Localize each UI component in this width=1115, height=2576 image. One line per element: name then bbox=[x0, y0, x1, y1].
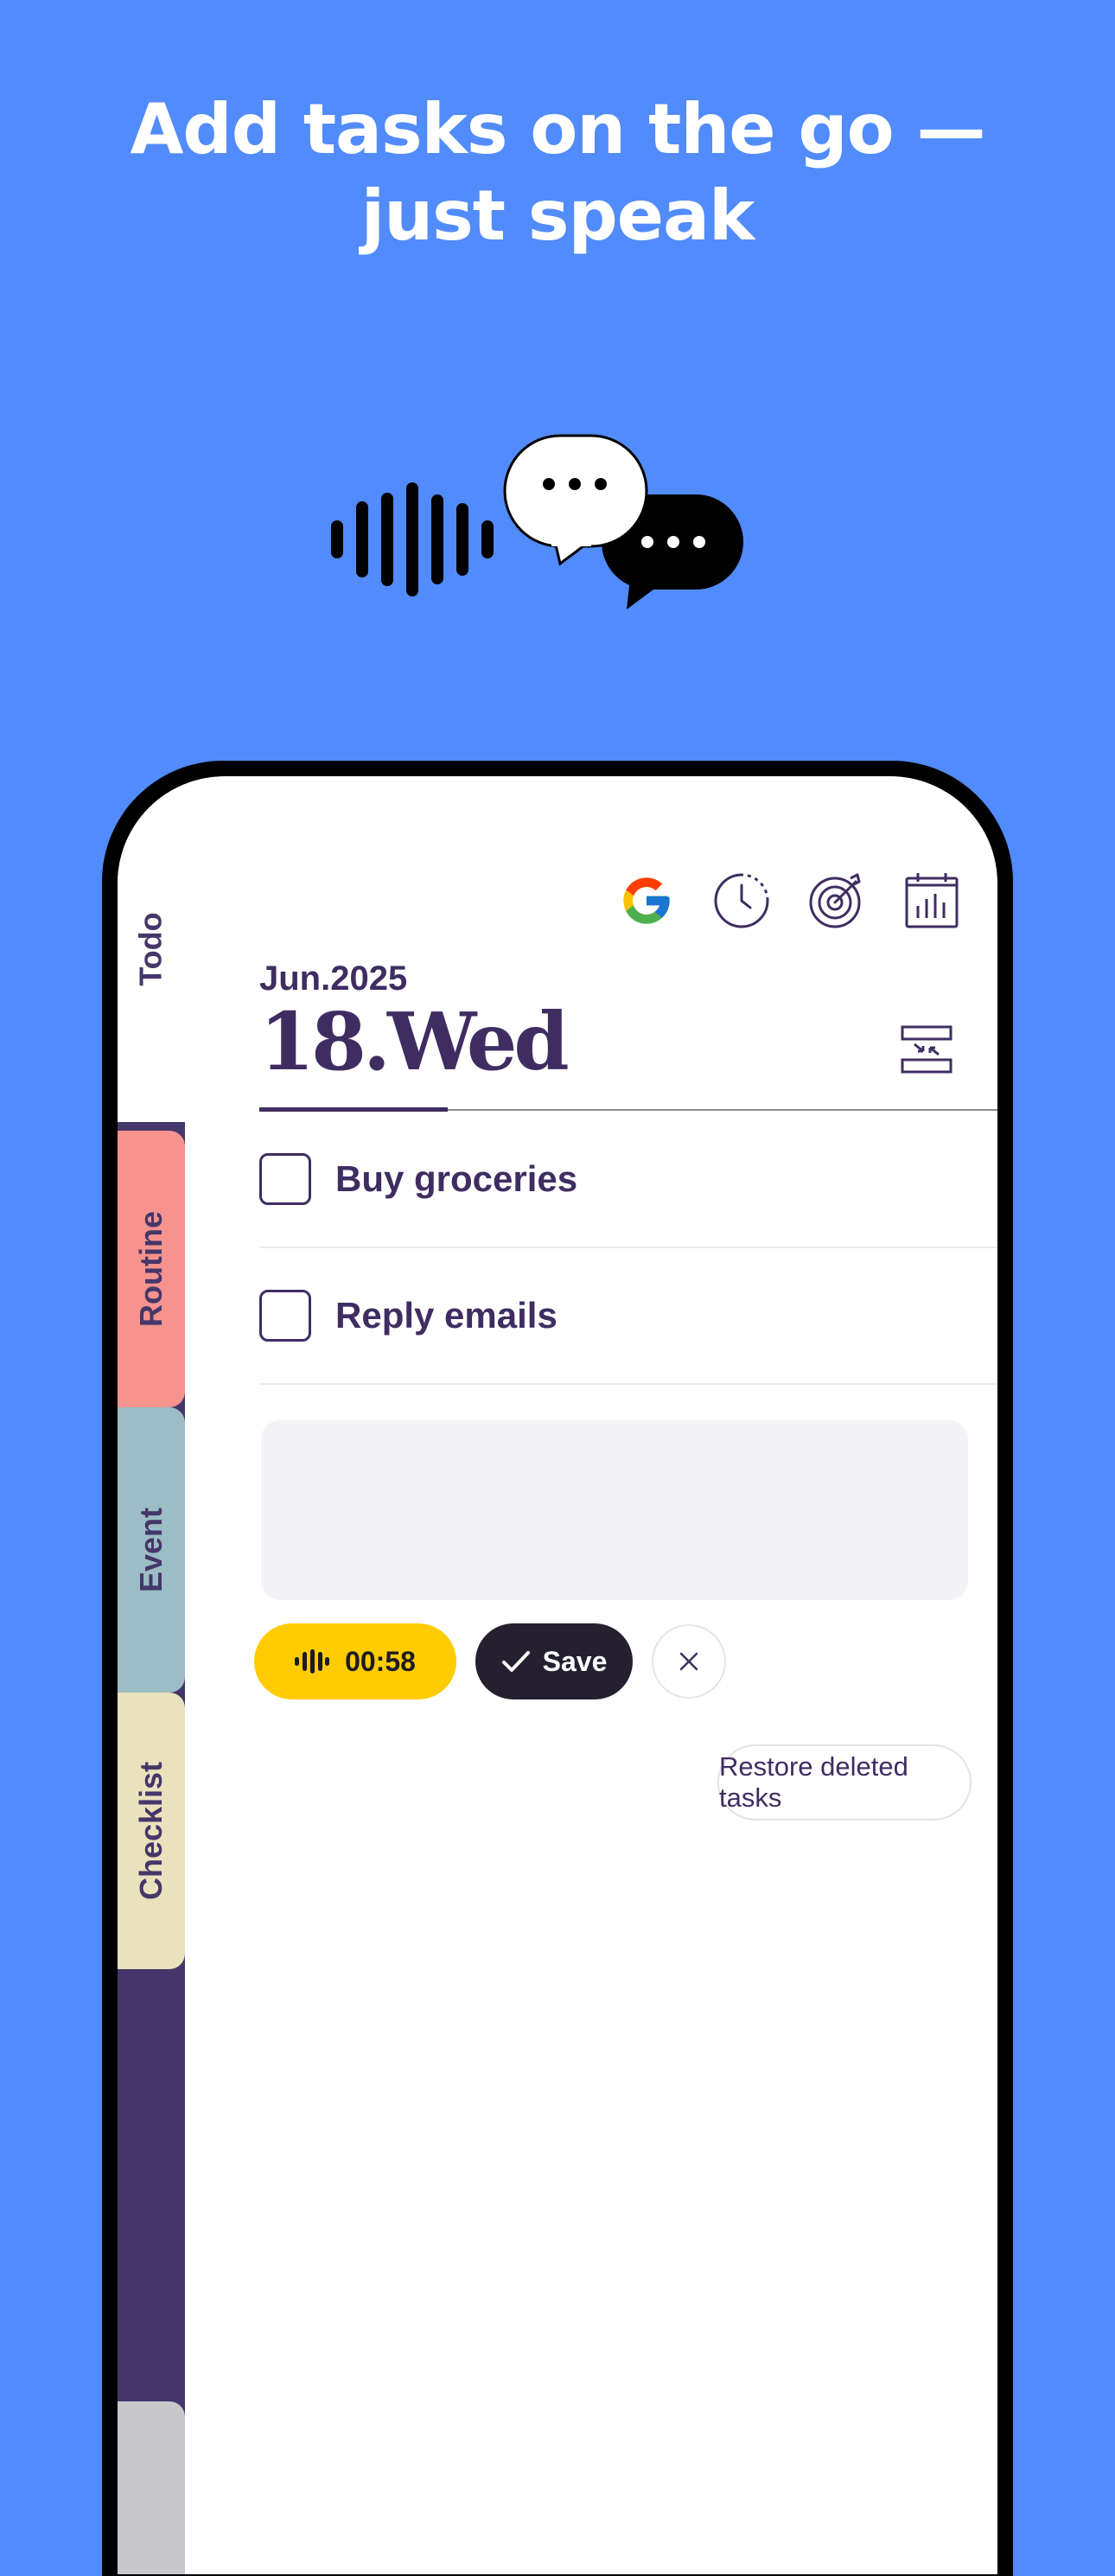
task-checkbox[interactable] bbox=[259, 1153, 311, 1205]
task-list: Buy groceries Reply emails bbox=[259, 1112, 997, 1385]
day-label: 18.Wed bbox=[259, 995, 570, 1088]
voice-actions: 00:58 Save bbox=[254, 1623, 726, 1699]
close-button[interactable] bbox=[652, 1624, 726, 1699]
headline-line-1: Add tasks on the go — bbox=[130, 89, 986, 169]
sound-wave-icon bbox=[331, 482, 494, 596]
tab-label: Event bbox=[133, 1507, 169, 1593]
tab-rail: Todo Routine Event Checklist bbox=[118, 776, 185, 2574]
google-icon[interactable] bbox=[615, 870, 678, 932]
history-clock-icon[interactable] bbox=[710, 870, 773, 932]
check-icon bbox=[501, 1651, 530, 1672]
app-screen: Todo Routine Event Checklist Jun.2025 18… bbox=[118, 776, 997, 2574]
tab-label: Checklist bbox=[133, 1761, 169, 1901]
calendar-stats-icon[interactable] bbox=[901, 870, 963, 932]
target-icon[interactable] bbox=[806, 870, 868, 932]
task-input-area[interactable] bbox=[261, 1420, 968, 1600]
record-button[interactable]: 00:58 bbox=[254, 1623, 456, 1699]
tab-routine[interactable]: Routine bbox=[118, 1131, 185, 1407]
headline-line-2: just speak bbox=[360, 175, 755, 256]
save-button[interactable]: Save bbox=[475, 1623, 633, 1699]
task-text: Reply emails bbox=[335, 1295, 558, 1336]
save-label: Save bbox=[542, 1645, 608, 1677]
tab-checklist[interactable]: Checklist bbox=[118, 1693, 185, 1969]
sound-wave-icon bbox=[295, 1649, 330, 1674]
date-header: Jun.2025 18.Wed bbox=[259, 960, 570, 1088]
tab-label: Routine bbox=[133, 1211, 169, 1327]
toolbar bbox=[615, 870, 963, 932]
task-row[interactable]: Reply emails bbox=[259, 1248, 997, 1385]
close-icon bbox=[679, 1652, 698, 1671]
tab-label: Todo bbox=[133, 912, 169, 986]
tab-more[interactable] bbox=[118, 2401, 185, 2574]
tab-todo[interactable]: Todo bbox=[118, 863, 185, 1036]
task-text: Buy groceries bbox=[335, 1158, 578, 1199]
phone-frame: Todo Routine Event Checklist Jun.2025 18… bbox=[102, 761, 1013, 2576]
promo-headline: Add tasks on the go — just speak bbox=[0, 86, 1115, 259]
record-time: 00:58 bbox=[345, 1645, 416, 1677]
voice-illustration bbox=[331, 434, 743, 609]
task-row[interactable]: Buy groceries bbox=[259, 1112, 997, 1248]
task-checkbox[interactable] bbox=[259, 1290, 311, 1342]
restore-deleted-button[interactable]: Restore deleted tasks bbox=[717, 1744, 972, 1820]
tab-event[interactable]: Event bbox=[118, 1407, 185, 1693]
month-year: Jun.2025 bbox=[259, 960, 408, 998]
collapse-view-icon[interactable] bbox=[899, 1022, 954, 1077]
